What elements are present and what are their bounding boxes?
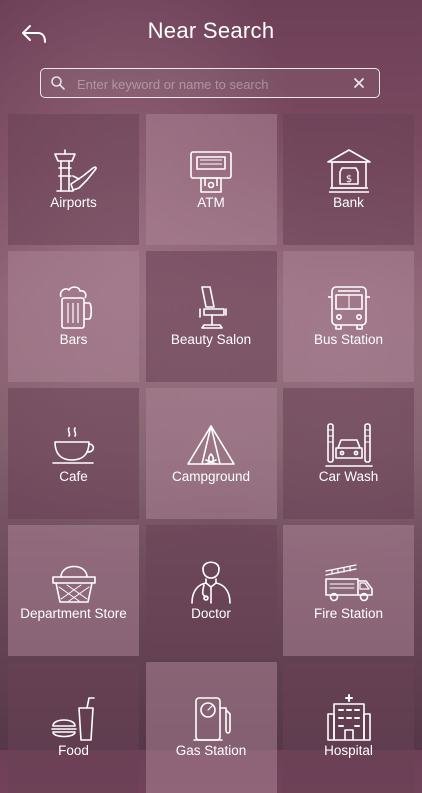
salon-chair-icon [199, 286, 227, 329]
category-label: ATM [197, 195, 225, 210]
category-tile-bus-station[interactable]: Bus Station [283, 251, 414, 382]
category-label: Doctor [191, 606, 231, 621]
coffee-cup-icon [51, 427, 94, 464]
category-label: Bars [59, 332, 88, 347]
category-tile-cafe[interactable]: Cafe [8, 388, 139, 519]
category-tile-hospital[interactable]: Hospital [283, 662, 414, 793]
category-tile-beauty-salon[interactable]: Beauty Salon [145, 251, 277, 382]
category-tile-food[interactable]: Food [8, 662, 139, 793]
category-label: Food [58, 743, 89, 758]
category-tile-gas-station[interactable]: Gas Station [145, 662, 277, 793]
search-icon [51, 76, 65, 90]
category-label: Airports [50, 195, 97, 210]
burger-drink-icon [50, 697, 95, 741]
fuel-pump-icon [193, 697, 231, 741]
tent-campfire-icon [187, 425, 235, 465]
category-label: Fire Station [313, 606, 384, 621]
category-tile-department-store[interactable]: Department Store [8, 525, 139, 656]
bus-icon [327, 286, 370, 330]
category-label: Bus Station [313, 332, 384, 347]
header: Near Search [0, 0, 422, 66]
category-label: Gas Station [175, 743, 247, 758]
beer-mug-icon [59, 286, 92, 329]
category-tile-campground[interactable]: Campground [145, 388, 277, 519]
airport-tower-plane-icon [53, 149, 97, 192]
category-grid: Airports ATM $ Bank Bars Beauty Salon Bu… [8, 114, 414, 793]
category-label: Hospital [324, 743, 373, 758]
category-tile-car-wash[interactable]: Car Wash [283, 388, 414, 519]
doctor-icon [191, 561, 231, 604]
page-title: Near Search [147, 18, 275, 43]
bank-building-icon: $ [326, 149, 371, 193]
hospital-building-icon [326, 694, 371, 741]
category-tile-fire-station[interactable]: Fire Station [283, 525, 414, 656]
shopping-basket-icon [51, 565, 96, 603]
car-wash-icon [324, 423, 373, 467]
category-tile-atm[interactable]: ATM [145, 114, 277, 245]
category-tile-airports[interactable]: Airports [8, 114, 139, 245]
category-label: Campground [171, 469, 251, 484]
category-tile-doctor[interactable]: Doctor [145, 525, 277, 656]
fire-truck-icon [324, 564, 373, 602]
atm-machine-icon [190, 151, 232, 193]
category-label: Department Store [20, 606, 127, 621]
clear-icon[interactable] [351, 75, 367, 91]
category-label: Beauty Salon [170, 332, 252, 347]
category-tile-bars[interactable]: Bars [8, 251, 139, 382]
search-bar [40, 68, 380, 98]
category-label: Car Wash [318, 469, 379, 484]
search-input[interactable] [75, 71, 349, 97]
category-label: Cafe [59, 469, 88, 484]
category-label: Bank [333, 195, 364, 210]
category-tile-bank[interactable]: $ Bank [283, 114, 414, 245]
svg-text:$: $ [345, 174, 351, 185]
